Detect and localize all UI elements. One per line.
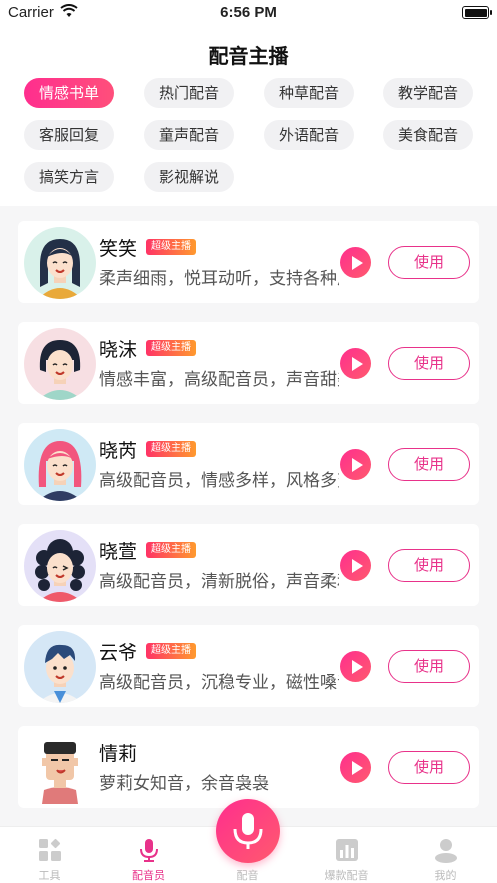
- anchor-name: 云爷: [99, 642, 138, 664]
- status-bar: Carrier 6:56 PM: [0, 0, 497, 26]
- avatar: [24, 328, 96, 400]
- use-button[interactable]: 使用: [388, 347, 470, 380]
- anchor-name: 情莉: [99, 743, 138, 765]
- use-button[interactable]: 使用: [388, 246, 470, 279]
- anchor-desc: 柔声细雨，悦耳动听，支持各种风格: [99, 269, 339, 289]
- category-chip[interactable]: 种草配音: [264, 78, 354, 108]
- mic-center-icon: [233, 813, 263, 849]
- tab-tools[interactable]: 工具: [0, 827, 99, 883]
- anchor-card[interactable]: 笑笑 超级主播 柔声细雨，悦耳动听，支持各种风格 使用: [18, 221, 479, 303]
- battery-icon: [462, 6, 492, 19]
- super-anchor-badge: 超级主播: [146, 441, 196, 457]
- tab-me[interactable]: 我的: [396, 827, 495, 883]
- play-icon[interactable]: [340, 449, 371, 480]
- play-icon[interactable]: [340, 247, 371, 278]
- use-button[interactable]: 使用: [388, 751, 470, 784]
- anchor-card[interactable]: 情莉 萝莉女知音，余音袅袅 使用: [18, 726, 479, 808]
- tools-icon: [39, 838, 61, 861]
- anchor-name: 晓芮: [99, 440, 138, 462]
- page-title: 配音主播: [208, 44, 289, 68]
- tab-hot-dub[interactable]: 爆款配音: [297, 827, 396, 883]
- category-chip[interactable]: 影视解说: [144, 162, 234, 192]
- anchor-desc: 高级配音员，情感多样，风格多变: [99, 471, 339, 491]
- anchor-name: 晓萱: [99, 541, 138, 563]
- anchor-name: 晓沫: [99, 339, 138, 361]
- anchor-desc: 高级配音员，沉稳专业，磁性嗓音: [99, 673, 339, 693]
- play-icon[interactable]: [340, 348, 371, 379]
- record-button[interactable]: [216, 799, 280, 863]
- avatar: [24, 227, 96, 299]
- category-chip[interactable]: 童声配音: [144, 120, 234, 150]
- anchor-desc: 高级配音员，清新脱俗，声音柔和: [99, 572, 339, 592]
- category-chip[interactable]: 客服回复: [24, 120, 114, 150]
- mic-icon: [140, 839, 158, 862]
- category-chip[interactable]: 外语配音: [264, 120, 354, 150]
- category-chip[interactable]: 教学配音: [383, 78, 473, 108]
- anchor-card[interactable]: 晓沫 超级主播 情感丰富，高级配音员，声音甜美 使用: [18, 322, 479, 404]
- chart-icon: [336, 839, 358, 861]
- header: 配音主播 情感书单 热门配音 种草配音 教学配音 客服回复 童声配音 外语配音 …: [0, 26, 497, 206]
- play-icon[interactable]: [340, 752, 371, 783]
- play-icon[interactable]: [340, 651, 371, 682]
- avatar: [24, 429, 96, 501]
- tab-bar: 工具 配音员 配音 爆款配音 我的: [0, 799, 497, 883]
- anchor-card[interactable]: 晓萱 超级主播 高级配音员，清新脱俗，声音柔和 使用: [18, 524, 479, 606]
- category-chip[interactable]: 美食配音: [383, 120, 473, 150]
- super-anchor-badge: 超级主播: [146, 340, 196, 356]
- super-anchor-badge: 超级主播: [146, 542, 196, 558]
- anchor-desc: 萝莉女知音，余音袅袅: [99, 774, 269, 794]
- avatar: [24, 732, 96, 804]
- category-chip[interactable]: 搞笑方言: [24, 162, 114, 192]
- use-button[interactable]: 使用: [388, 549, 470, 582]
- avatar: [24, 530, 96, 602]
- avatar: [24, 631, 96, 703]
- use-button[interactable]: 使用: [388, 650, 470, 683]
- anchor-card[interactable]: 晓芮 超级主播 高级配音员，情感多样，风格多变 使用: [18, 423, 479, 505]
- anchor-desc: 情感丰富，高级配音员，声音甜美: [99, 370, 339, 390]
- tab-anchors[interactable]: 配音员: [99, 827, 198, 883]
- super-anchor-badge: 超级主播: [146, 239, 196, 255]
- super-anchor-badge: 超级主播: [146, 643, 196, 659]
- use-button[interactable]: 使用: [388, 448, 470, 481]
- user-icon: [435, 839, 457, 863]
- anchor-card[interactable]: 云爷 超级主播 高级配音员，沉稳专业，磁性嗓音 使用: [18, 625, 479, 707]
- category-chip[interactable]: 情感书单: [24, 78, 114, 108]
- play-icon[interactable]: [340, 550, 371, 581]
- anchor-name: 笑笑: [99, 238, 138, 260]
- clock-label: 6:56 PM: [220, 4, 277, 21]
- category-chip[interactable]: 热门配音: [144, 78, 234, 108]
